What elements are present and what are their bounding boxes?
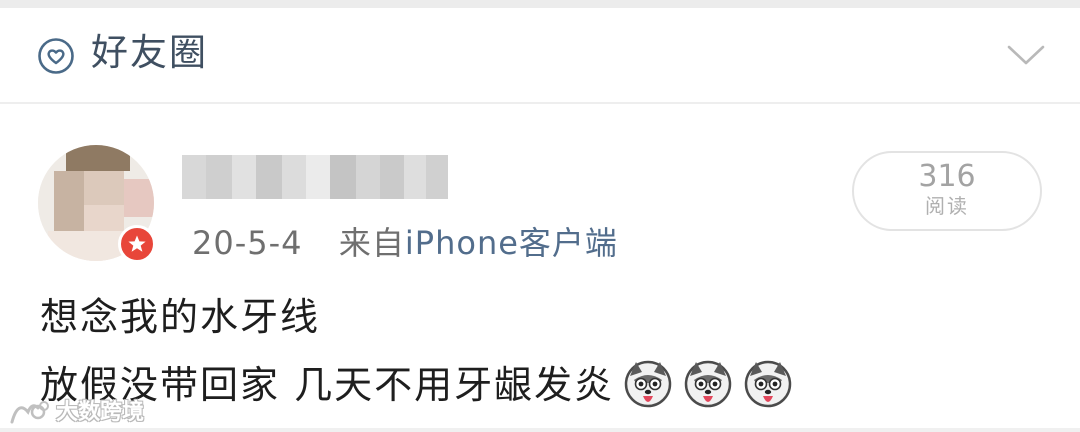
read-count: 316 xyxy=(918,159,976,194)
chevron-down-icon[interactable] xyxy=(1006,42,1046,68)
read-label: 阅读 xyxy=(925,194,969,218)
source-prefix: 来自 xyxy=(338,224,405,262)
verified-badge xyxy=(118,225,156,263)
bottom-divider xyxy=(0,428,1080,432)
post-meta: 20-5-4 来自iPhone客户端 xyxy=(192,222,618,264)
watermark-text: 大数跨境 xyxy=(56,400,145,425)
heart-circle-icon xyxy=(38,38,74,74)
post-date: 20-5-4 xyxy=(192,224,303,262)
post-text-line-2: 放假没带回家 几天不用牙龈发炎 xyxy=(40,358,794,410)
header-title: 好友圈 xyxy=(91,31,208,74)
source-link[interactable]: iPhone客户端 xyxy=(405,224,618,262)
read-count-pill: 316 阅读 xyxy=(852,151,1042,231)
star-icon xyxy=(128,235,146,252)
husky-emoji-icon xyxy=(624,360,672,408)
post-text-line-1: 想念我的水牙线 xyxy=(40,295,321,339)
brand-logo-icon xyxy=(10,401,49,424)
username-blurred[interactable] xyxy=(182,155,448,199)
top-divider xyxy=(0,0,1080,8)
husky-emoji-icon xyxy=(744,360,792,408)
husky-emoji-icon xyxy=(684,360,732,408)
friend-circle-header[interactable]: 好友圈 xyxy=(0,8,1080,104)
